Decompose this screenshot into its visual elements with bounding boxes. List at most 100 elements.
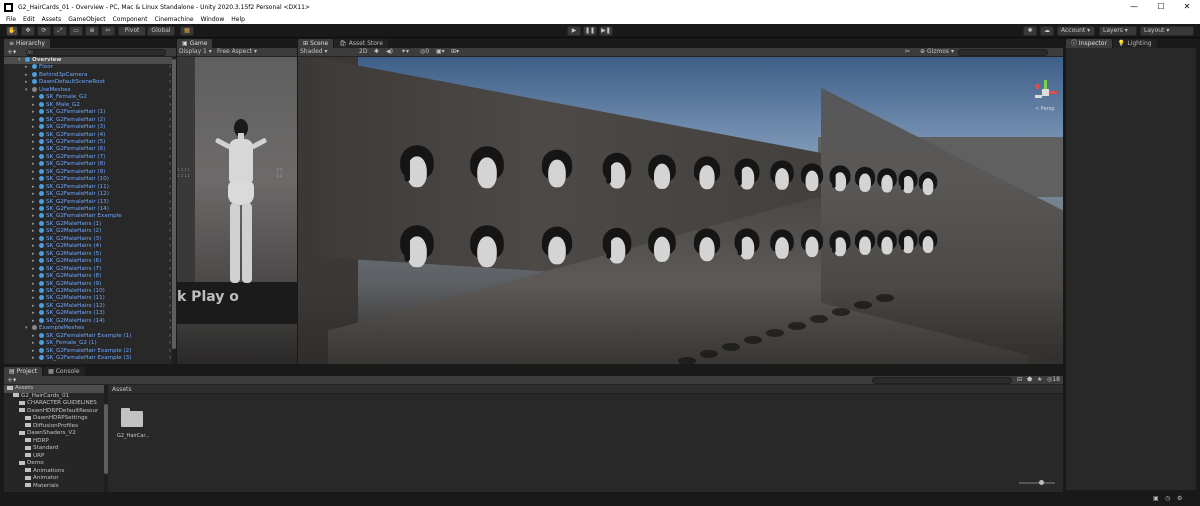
prefab-open-chevron-icon[interactable]: › <box>169 132 171 139</box>
expand-arrow-icon[interactable]: ▸ <box>32 303 39 310</box>
maximize-button[interactable]: ☐ <box>1148 0 1174 14</box>
menu-cinemachine[interactable]: Cinemachine <box>154 16 193 23</box>
expand-arrow-icon[interactable]: ▸ <box>32 132 39 139</box>
prefab-open-chevron-icon[interactable]: › <box>169 258 171 265</box>
orientation-gizmo[interactable] <box>1033 80 1057 104</box>
hierarchy-item[interactable]: ▸ SK_G2MaleHairs (7) › <box>4 265 171 273</box>
shading-dropdown[interactable]: Shaded ▾ <box>300 48 328 55</box>
hierarchy-item[interactable]: ▸ SK_G2FemaleHair (12) › <box>4 191 171 198</box>
prefab-open-chevron-icon[interactable]: › <box>169 161 171 168</box>
prefab-open-chevron-icon[interactable]: › <box>169 87 171 94</box>
hidden-objects-icon[interactable]: ◎0 <box>420 48 429 55</box>
hidden-packages-icon[interactable]: ◎18 <box>1047 376 1060 383</box>
hierarchy-item[interactable]: ▸ DawnDefaultSceneRoot › <box>4 79 171 86</box>
gizmos-dropdown[interactable]: ⊕ Gizmos ▾ <box>920 48 954 55</box>
project-folder-item[interactable]: DawnHDRPSettings <box>4 415 88 423</box>
project-folder-item[interactable]: DiffusionProfiles <box>4 423 78 431</box>
aspect-dropdown[interactable]: Free Aspect ▾ <box>217 48 257 55</box>
hierarchy-item[interactable]: ▸ SK_G2FemaleHair (6) › <box>4 146 171 153</box>
display-dropdown[interactable]: Display 1 ▾ <box>179 48 212 55</box>
rotate-tool-button[interactable]: ⟳ <box>37 26 51 36</box>
project-folder-item[interactable]: HDRP <box>4 438 49 446</box>
project-folder-item[interactable]: Animator <box>4 475 59 483</box>
expand-arrow-icon[interactable]: ▸ <box>25 72 32 79</box>
status-icon-2[interactable]: ◷ <box>1165 495 1170 502</box>
hierarchy-item[interactable]: ▸ SK_G2MaleHairs (5) › <box>4 250 171 258</box>
expand-arrow-icon[interactable]: ▸ <box>32 228 39 235</box>
hierarchy-item[interactable]: ▸ SK_G2MaleHairs (1) › <box>4 220 171 228</box>
menu-edit[interactable]: Edit <box>23 16 35 23</box>
expand-arrow-icon[interactable]: ▸ <box>32 169 39 176</box>
expand-arrow-icon[interactable]: ▸ <box>32 184 39 191</box>
expand-arrow-icon[interactable]: ▸ <box>32 310 39 317</box>
expand-arrow-icon[interactable]: ▸ <box>32 94 39 101</box>
hierarchy-search-input[interactable] <box>26 49 166 56</box>
scene-search-input[interactable] <box>958 49 1048 56</box>
status-icon-3[interactable]: ⚙ <box>1177 495 1182 502</box>
prefab-open-chevron-icon[interactable]: › <box>169 109 171 116</box>
scene-viewport[interactable]: < Persp <box>298 57 1063 364</box>
layout-dropdown[interactable]: Layout ▾ <box>1140 26 1194 36</box>
prefab-open-chevron-icon[interactable]: › <box>169 228 171 235</box>
project-folder-item[interactable]: Standard <box>4 445 58 453</box>
prefab-open-chevron-icon[interactable]: › <box>169 295 171 302</box>
prefab-open-chevron-icon[interactable]: › <box>169 176 171 183</box>
tab-scene[interactable]: ⊞ Scene <box>298 39 334 48</box>
tool-settings-icon[interactable]: ✂ <box>905 48 910 55</box>
menu-gameobject[interactable]: GameObject <box>68 16 105 23</box>
expand-arrow-icon[interactable]: ▸ <box>32 236 39 243</box>
expand-arrow-icon[interactable]: ▸ <box>25 79 32 86</box>
grid-snap-button[interactable]: ▦ <box>180 26 194 36</box>
hierarchy-item[interactable]: ▸ SK_Female_G2 (1) › <box>4 340 171 347</box>
lighting-toggle-icon[interactable]: ✱ <box>374 48 379 55</box>
favorite-icon[interactable]: ★ <box>1037 376 1042 383</box>
prefab-open-chevron-icon[interactable]: › <box>169 288 171 295</box>
status-icon-1[interactable]: ▣ <box>1153 495 1159 502</box>
account-dropdown[interactable]: Account ▾ <box>1057 26 1095 36</box>
hierarchy-item[interactable]: ▸ SK_G2FemaleHair (4) › <box>4 131 171 139</box>
expand-arrow-icon[interactable]: ▸ <box>32 146 39 153</box>
hierarchy-item[interactable]: ▸ SK_G2FemaleHair (13) › <box>4 198 171 206</box>
hierarchy-item[interactable]: ▸ SK_G2FemaleHair Example (1) › <box>4 332 171 340</box>
tab-lighting[interactable]: 💡 Lighting <box>1112 39 1157 48</box>
hierarchy-item[interactable]: ▾ ExampleMeshes › <box>4 325 171 332</box>
hierarchy-item[interactable]: ▸ SK_G2MaleHairs (8) › <box>4 273 171 280</box>
project-folder-item[interactable]: DawnHDRPDefaultResour <box>4 408 98 416</box>
menu-assets[interactable]: Assets <box>42 16 62 23</box>
expand-arrow-icon[interactable]: ▸ <box>32 117 39 124</box>
hierarchy-item[interactable]: ▸ SK_G2FemaleHair Example (3) › <box>4 355 171 362</box>
expand-arrow-icon[interactable]: ▸ <box>32 213 39 220</box>
search-by-type-icon[interactable]: ⊟ <box>1017 376 1022 383</box>
game-viewport[interactable]: k Play o : : : :: : : : : :: : <box>177 57 297 364</box>
asset-folder-item[interactable]: G2_HairCar... <box>117 408 150 443</box>
effects-toggle-icon[interactable]: ✦▾ <box>401 48 409 55</box>
menu-file[interactable]: File <box>6 16 16 23</box>
menu-component[interactable]: Component <box>113 16 148 23</box>
play-button[interactable]: ▶ <box>567 26 581 36</box>
expand-arrow-icon[interactable]: ▸ <box>32 318 39 325</box>
project-folder-item[interactable]: G2_HairCards_01 <box>4 393 69 401</box>
expand-arrow-icon[interactable]: ▸ <box>32 251 39 258</box>
hierarchy-item[interactable]: ▸ SK_Female_G2 › <box>4 94 171 101</box>
expand-arrow-icon[interactable]: ▸ <box>32 199 39 206</box>
prefab-open-chevron-icon[interactable]: › <box>169 146 171 153</box>
hierarchy-item[interactable]: ▾ Overview <box>4 57 172 65</box>
project-folder-item[interactable]: Demo <box>4 460 44 468</box>
prefab-open-chevron-icon[interactable]: › <box>169 199 171 206</box>
hierarchy-item[interactable]: ▸ SK_G2FemaleHair Example › <box>4 213 171 220</box>
prefab-open-chevron-icon[interactable]: › <box>169 325 171 332</box>
pivot-toggle[interactable]: Pivot <box>118 26 146 36</box>
hierarchy-item[interactable]: ▸ SK_G2MaleHairs (10) › <box>4 287 171 295</box>
tab-project[interactable]: ▤ Project <box>4 367 43 376</box>
prefab-open-chevron-icon[interactable]: › <box>169 117 171 124</box>
hierarchy-item[interactable]: ▸ SK_G2MaleHairs (11) › <box>4 295 171 302</box>
expand-arrow-icon[interactable]: ▸ <box>32 258 39 265</box>
expand-arrow-icon[interactable]: ▾ <box>18 57 25 64</box>
expand-arrow-icon[interactable]: ▸ <box>32 266 39 273</box>
hierarchy-item[interactable]: ▸ SK_G2MaleHairs (4) › <box>4 243 171 250</box>
prefab-open-chevron-icon[interactable]: › <box>169 340 171 347</box>
prefab-open-chevron-icon[interactable]: › <box>169 281 171 288</box>
expand-arrow-icon[interactable]: ▸ <box>32 124 39 131</box>
tab-console[interactable]: ▦ Console <box>43 367 85 376</box>
transform-tool-button[interactable]: ⊕ <box>85 26 99 36</box>
